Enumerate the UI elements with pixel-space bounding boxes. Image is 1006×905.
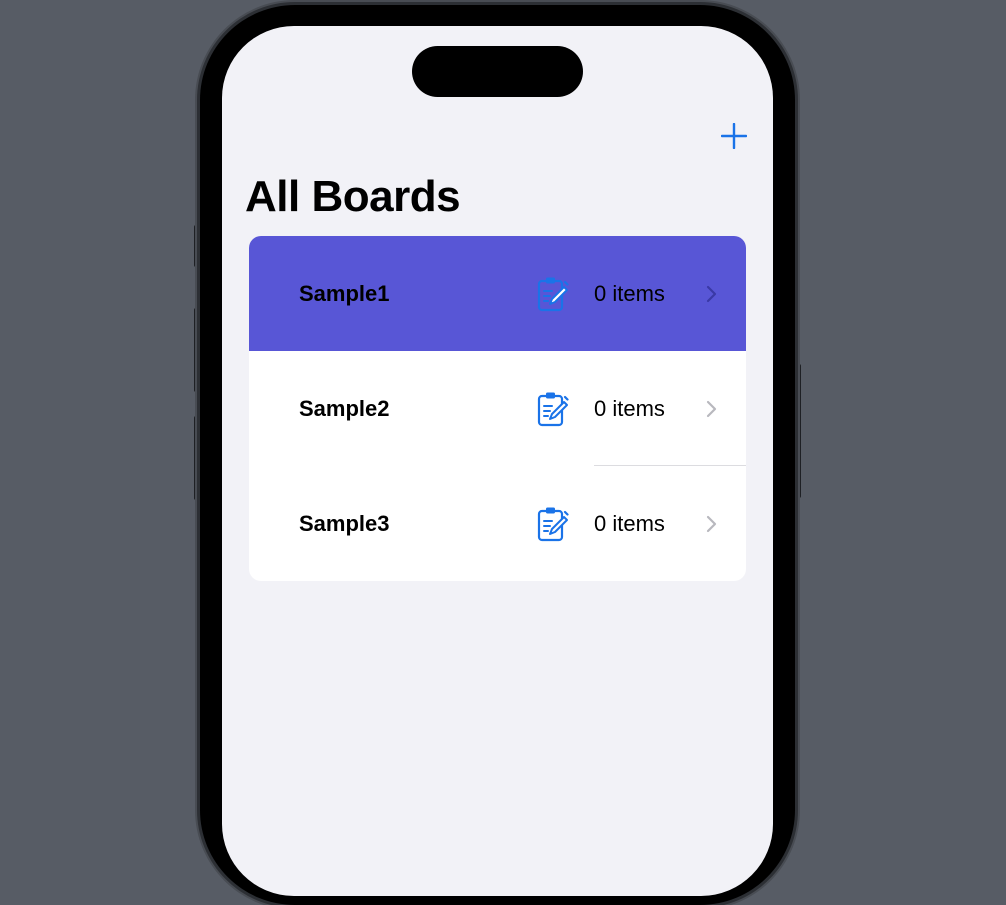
item-count: 0 items [594,280,665,306]
chevron-right-icon [706,285,717,303]
phone-screen: All Boards Sample1 0 items Sample2 0 ite… [222,26,773,896]
chevron-right-icon [706,515,717,533]
boards-list: Sample1 0 items Sample2 0 items Sample3 … [249,236,746,581]
plus-icon [721,123,747,149]
clipboard-pencil-icon [537,507,569,542]
clipboard-pencil-icon [537,277,569,312]
board-name: Sample2 [299,395,390,421]
page-title: All Boards [245,172,461,221]
dynamic-island [412,46,583,97]
add-board-button[interactable] [716,118,752,154]
item-count: 0 items [594,395,665,421]
board-name: Sample3 [299,510,390,536]
board-row-sample3[interactable]: Sample3 0 items [249,466,746,581]
power-button [795,364,801,498]
board-row-sample2[interactable]: Sample2 0 items [249,351,746,466]
board-row-sample1[interactable]: Sample1 0 items [249,236,746,351]
chevron-right-icon [706,400,717,418]
clipboard-pencil-icon [537,392,569,427]
item-count: 0 items [594,510,665,536]
board-name: Sample1 [299,280,390,306]
